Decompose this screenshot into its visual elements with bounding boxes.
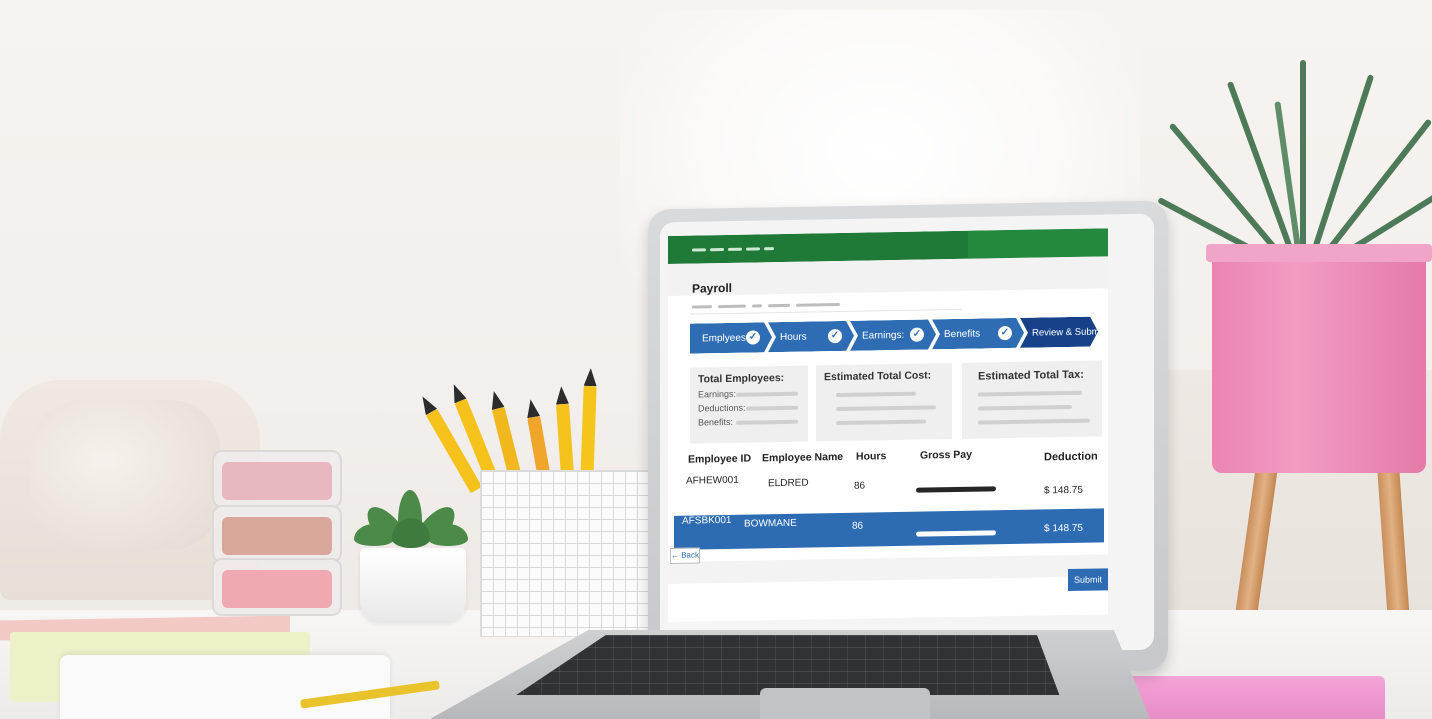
step-earnings[interactable]: Earnings: ✓ — [850, 319, 936, 351]
step-label: Benefits — [944, 328, 981, 340]
laptop-screen: Payroll Emplyees ✓ Hours ✓ Earnings: ✓ B… — [668, 228, 1108, 623]
menu-dash — [764, 247, 774, 251]
employee-name-cell: ELDRED — [768, 477, 809, 490]
clip-jar — [212, 505, 342, 563]
page-footer — [668, 554, 1108, 584]
table-row-selected[interactable]: AFSBK001 BOWMANE 86 $ 148.75 — [674, 508, 1104, 550]
menu-dash — [692, 248, 706, 252]
step-label: Earnings: — [862, 329, 905, 342]
succulent — [352, 488, 472, 554]
submit-button[interactable]: Submit — [1068, 568, 1108, 592]
payroll-stepper: Emplyees ✓ Hours ✓ Earnings: ✓ Benefits … — [690, 316, 1098, 353]
back-button[interactable]: ← Back — [670, 547, 700, 564]
column-header-gross-pay: Gross Pay — [920, 448, 972, 462]
menu-dash — [728, 247, 742, 251]
trackpad — [760, 688, 930, 719]
card-title: Estimated Total Tax: — [978, 368, 1084, 383]
value-placeholder — [746, 405, 798, 411]
check-circle-icon: ✓ — [828, 329, 842, 343]
deduction-cell: $ 148.75 — [1044, 484, 1083, 497]
total-employees-card: Total Employees: Earnings: Deductions: B… — [690, 365, 808, 444]
page-title: Payroll — [692, 280, 733, 296]
value-placeholder — [836, 405, 936, 412]
estimated-cost-card: Estimated Total Cost: — [816, 363, 952, 442]
hours-cell: 86 — [854, 480, 866, 492]
breadcrumb-placeholder — [752, 304, 762, 308]
employee-id-cell: AFHEW001 — [686, 474, 739, 487]
card-label: Earnings: — [698, 388, 737, 400]
employee-name-cell: BOWMANE — [744, 517, 797, 530]
breadcrumb-placeholder — [718, 304, 746, 309]
value-placeholder — [978, 390, 1082, 397]
column-header-employee-name: Employee Name — [762, 450, 844, 465]
value-placeholder — [978, 404, 1072, 411]
column-header-hours: Hours — [856, 450, 887, 463]
value-placeholder — [836, 391, 916, 398]
card-title: Estimated Total Cost: — [824, 369, 932, 384]
check-circle-icon: ✓ — [998, 326, 1012, 340]
column-header-deduction: Deduction — [1044, 450, 1098, 464]
check-circle-icon: ✓ — [910, 328, 924, 342]
deduction-cell: $ 148.75 — [1044, 522, 1083, 535]
notebook — [60, 655, 390, 719]
desk-scene: Payroll Emplyees ✓ Hours ✓ Earnings: ✓ B… — [0, 0, 1432, 719]
value-placeholder — [978, 418, 1090, 425]
value-placeholder — [836, 419, 926, 426]
breadcrumb-placeholder — [796, 302, 840, 307]
header — [668, 256, 1108, 296]
menu-dash — [746, 247, 760, 251]
check-circle-icon: ✓ — [746, 330, 760, 344]
card-label: Deductions: — [698, 402, 746, 414]
pink-book — [1125, 676, 1385, 719]
sofa-cushion — [30, 400, 220, 550]
value-placeholder — [736, 419, 798, 425]
clip-jar — [212, 558, 342, 616]
value-placeholder — [736, 391, 798, 397]
gross-pay-redacted — [916, 486, 996, 493]
employee-id-cell: AFSBK001 — [682, 514, 732, 527]
top-bar-right — [968, 228, 1108, 259]
card-label: Benefits: — [698, 416, 734, 428]
step-label: Emplyees — [702, 332, 746, 344]
column-header-employee-id: Employee ID — [688, 452, 752, 466]
plant-leaves — [1157, 40, 1432, 273]
pink-planter — [1212, 248, 1426, 473]
card-title: Total Employees: — [698, 371, 785, 386]
pencil-cup — [480, 470, 652, 637]
breadcrumb-placeholder — [768, 303, 790, 308]
step-review-submit[interactable]: Review & Submit — [1020, 316, 1098, 347]
step-label: Review & Submit — [1032, 325, 1105, 339]
pink-planter-rim — [1206, 244, 1432, 262]
step-benefits[interactable]: Benefits ✓ — [932, 318, 1024, 350]
divider — [690, 308, 962, 315]
step-hours[interactable]: Hours ✓ — [768, 321, 854, 353]
step-label: Hours — [780, 331, 807, 343]
breadcrumb-placeholder — [692, 305, 712, 309]
hours-cell: 86 — [852, 520, 864, 532]
step-employees[interactable]: Emplyees ✓ — [690, 322, 772, 353]
white-pot — [360, 548, 466, 622]
clip-jar — [212, 450, 342, 508]
estimated-tax-card: Estimated Total Tax: — [962, 360, 1102, 439]
menu-dash — [710, 248, 724, 252]
